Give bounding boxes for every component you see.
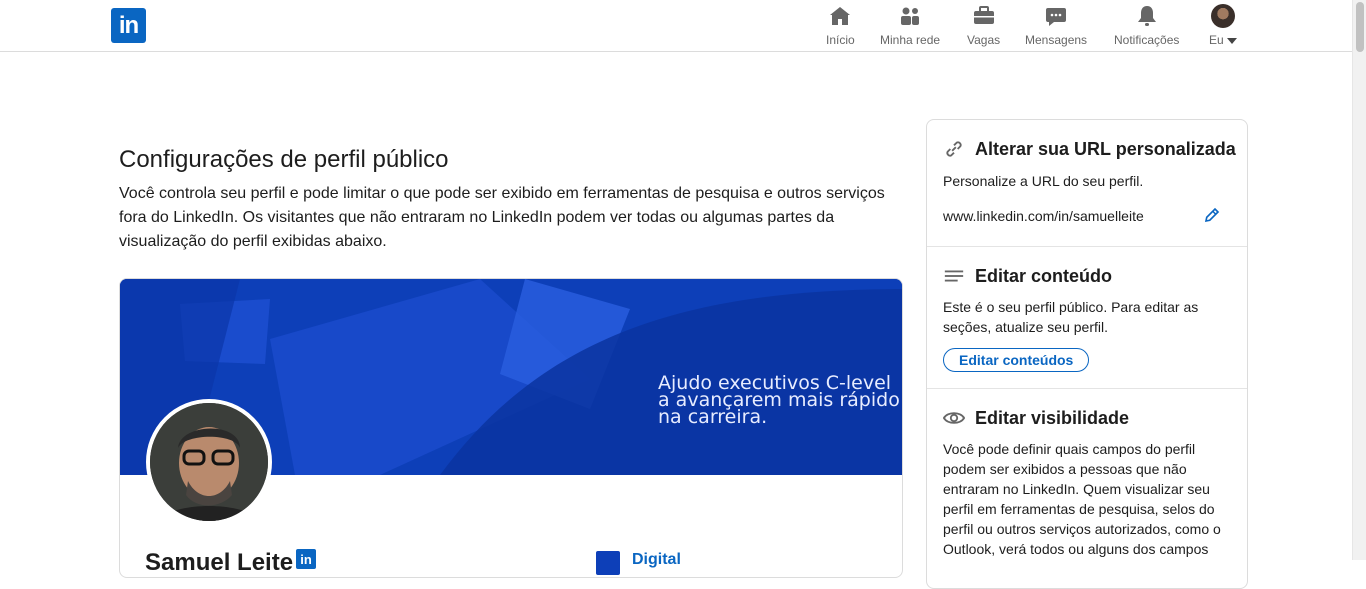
nav-notifications[interactable]: Notificações xyxy=(1114,4,1179,48)
page-scrollbar[interactable] xyxy=(1352,0,1366,560)
edit-content-description: Este é o seu perfil público. Para editar… xyxy=(943,299,1199,335)
caret-down-icon xyxy=(1226,37,1237,44)
nav-jobs[interactable]: Vagas xyxy=(967,4,1000,48)
nav-me[interactable]: Eu xyxy=(1209,4,1237,48)
nav-network-label: Minha rede xyxy=(880,33,941,47)
link-icon xyxy=(946,141,962,157)
nav-notifications-label: Notificações xyxy=(1114,33,1180,47)
intro-text: Você controla seu perfil e pode limitar … xyxy=(119,185,885,250)
edit-visibility-title: Editar visibilidade xyxy=(975,407,1130,428)
banner-text: Ajudo executivos C-level a avançarem mai… xyxy=(658,374,900,428)
nav-network[interactable]: Minha rede xyxy=(880,4,940,48)
edit-content-heading: Editar conteúdo xyxy=(943,265,1112,287)
profile-name: Samuel Leite xyxy=(145,549,294,576)
custom-url-description: Personalize a URL do seu perfil. xyxy=(943,173,1144,189)
nav-home-label: Início xyxy=(826,33,855,47)
nav-me-label: Eu xyxy=(1209,33,1224,47)
nav-messages-label: Mensagens xyxy=(1025,33,1088,47)
edit-visibility-description: Você pode definir quais campos do perfil… xyxy=(943,441,1221,557)
page-title: Configurações de perfil público xyxy=(119,146,449,173)
top-navigation: in Início Minha rede Vagas Mensagens Not… xyxy=(0,0,1352,52)
edit-visibility-section: Editar visibilidade Você pode definir qu… xyxy=(927,389,1247,588)
edit-content-section: Editar conteúdo Este é o seu perfil públ… xyxy=(927,247,1247,389)
nav-me-label-wrap: Eu xyxy=(1209,33,1237,47)
nav-messages[interactable]: Mensagens xyxy=(1025,4,1087,48)
nav-jobs-label: Vagas xyxy=(967,33,1001,47)
text-lines-icon xyxy=(944,270,964,282)
custom-url-heading: Alterar sua URL personalizada xyxy=(943,138,1236,160)
company-name[interactable]: Digital xyxy=(632,551,681,569)
edit-visibility-heading: Editar visibilidade xyxy=(943,407,1129,429)
network-icon xyxy=(901,7,920,25)
edit-content-button[interactable]: Editar conteúdos xyxy=(943,348,1090,372)
eye-icon xyxy=(943,412,965,424)
company-logo-icon xyxy=(596,551,620,575)
custom-url-title: Alterar sua URL personalizada xyxy=(975,138,1236,159)
edit-content-title: Editar conteúdo xyxy=(975,265,1113,286)
avatar xyxy=(1210,4,1235,28)
profile-photo xyxy=(146,399,272,525)
bell-icon xyxy=(1137,6,1156,26)
edit-pencil-icon[interactable] xyxy=(1203,206,1221,224)
linkedin-badge-icon: in xyxy=(296,549,316,569)
home-icon xyxy=(830,7,851,25)
profile-url-value: www.linkedin.com/in/samuelleite xyxy=(943,208,1144,224)
custom-url-section: Alterar sua URL personalizada Personaliz… xyxy=(927,120,1247,247)
profile-photo-graphic xyxy=(150,403,268,521)
banner-line: na carreira. xyxy=(658,406,768,428)
nav-home[interactable]: Início xyxy=(826,4,855,48)
messages-icon xyxy=(1046,8,1067,26)
settings-sidebar: Alterar sua URL personalizada Personaliz… xyxy=(926,119,1248,589)
linkedin-logo[interactable]: in xyxy=(111,8,146,43)
public-profile-preview: Ajudo executivos C-level a avançarem mai… xyxy=(119,278,903,578)
scrollbar-thumb[interactable] xyxy=(1356,2,1364,52)
briefcase-icon xyxy=(973,6,994,24)
